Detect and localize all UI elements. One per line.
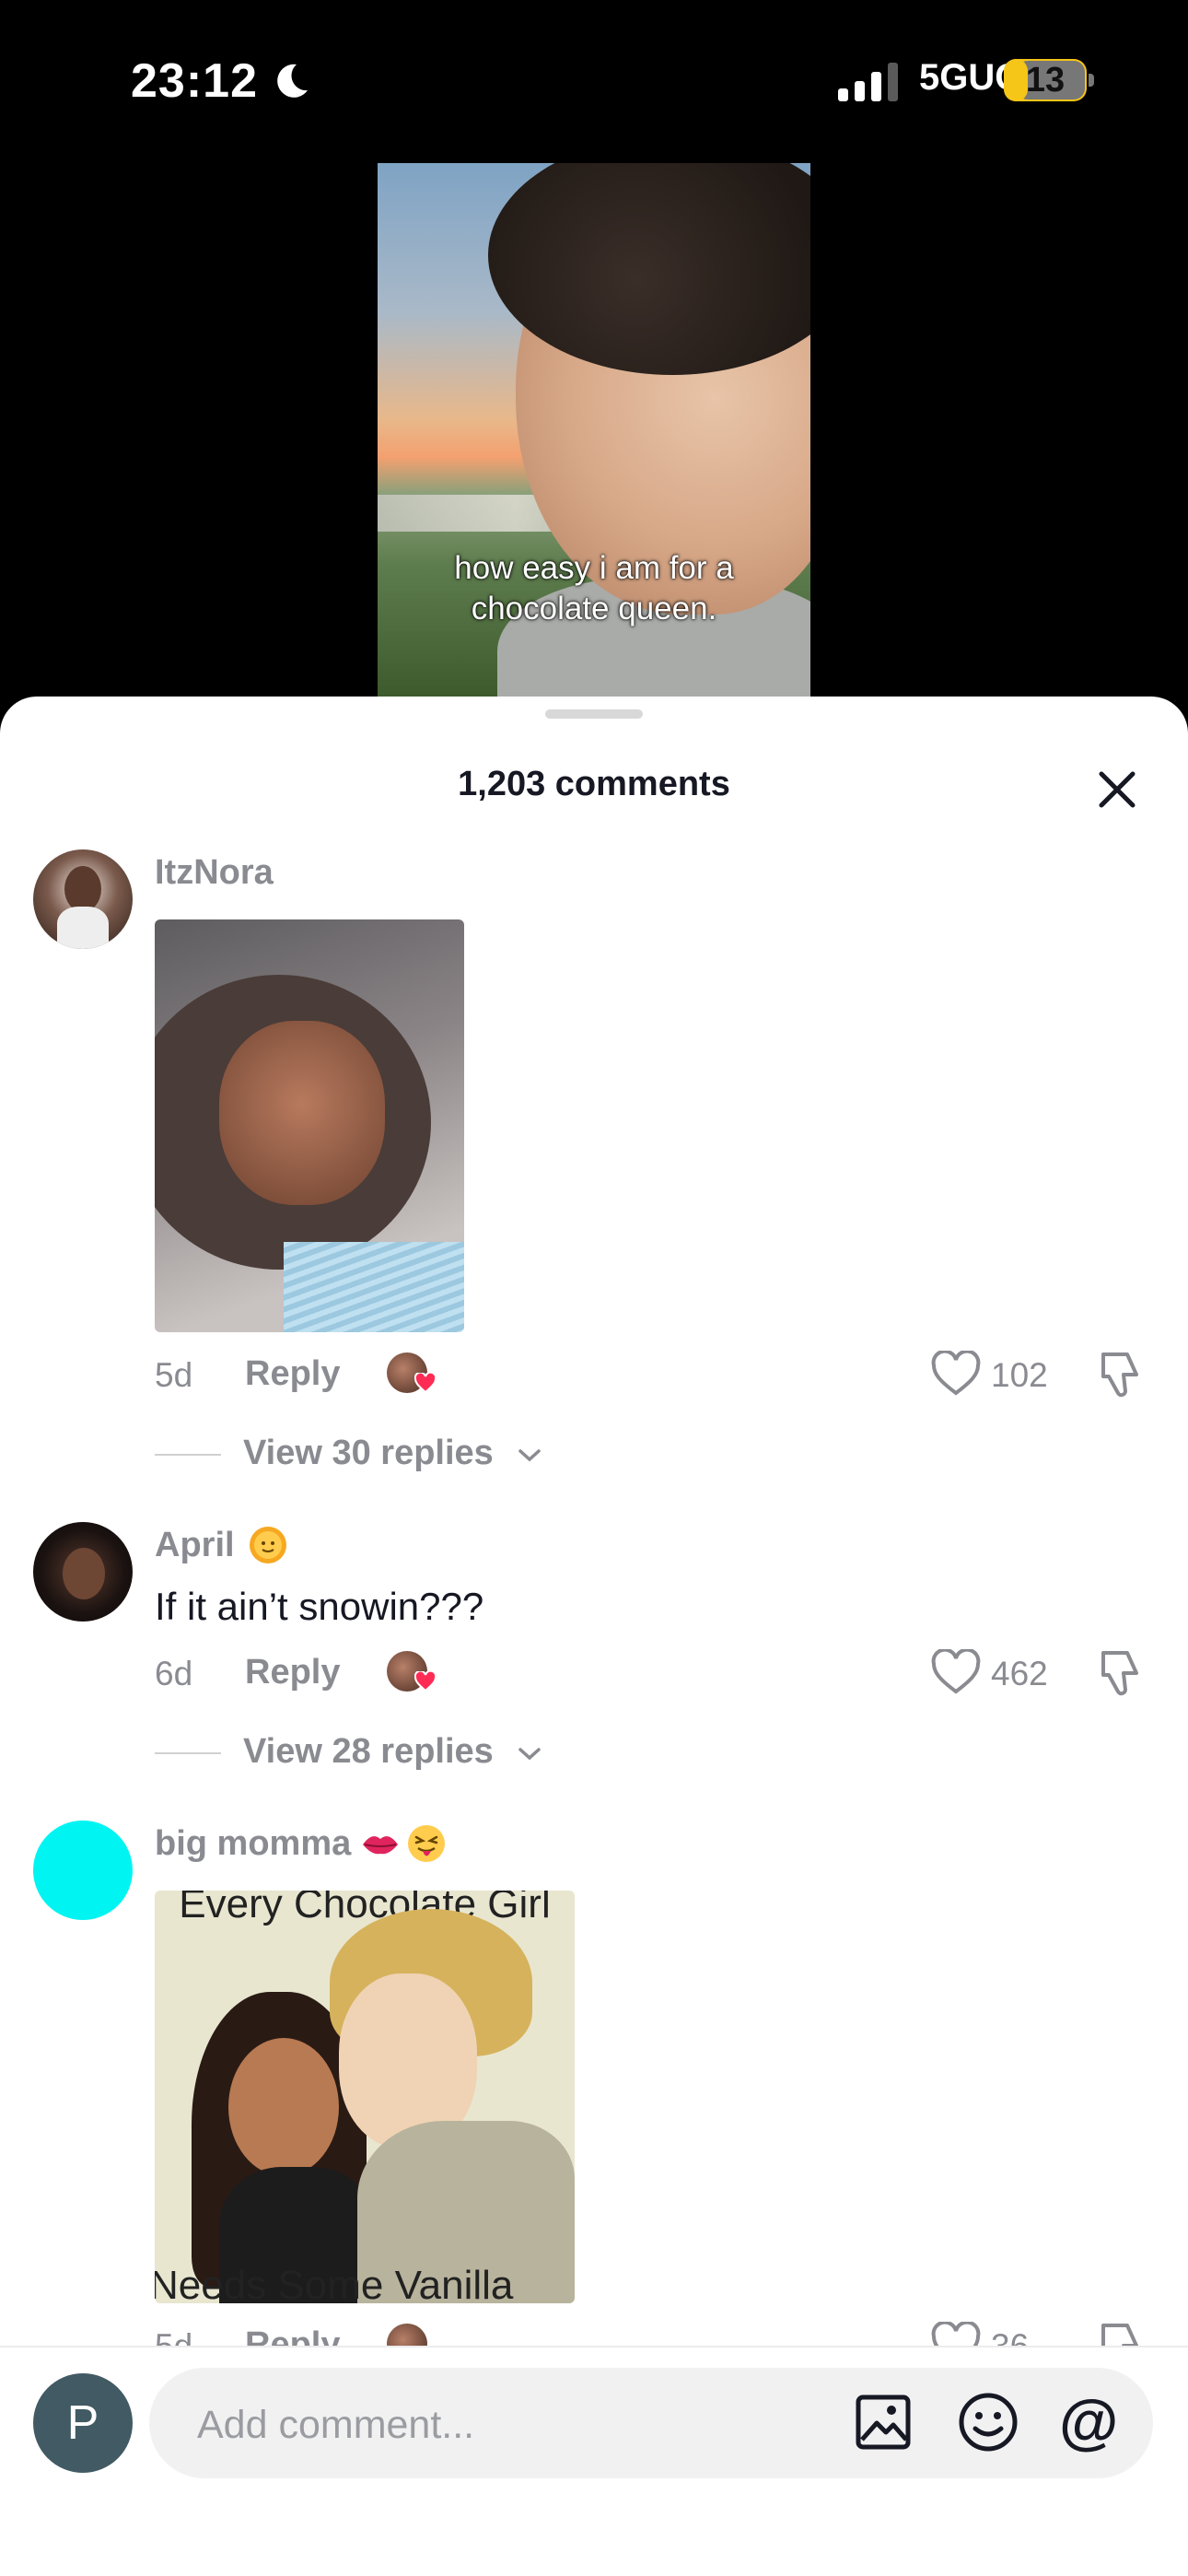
avatar-top: [57, 907, 109, 949]
video-caption-line2: chocolate queen.: [471, 591, 717, 626]
battery-tip: [1089, 74, 1094, 87]
like-count: 102: [991, 1356, 1048, 1394]
heart-icon[interactable]: [930, 1351, 982, 1397]
status-time: 23:12: [131, 54, 258, 108]
dislike-icon[interactable]: [1096, 1647, 1144, 1699]
sun-emoji-icon: [250, 1527, 286, 1563]
signal-icon: [838, 63, 898, 101]
image-icon[interactable]: [855, 2394, 912, 2451]
heart-icon: [414, 1671, 437, 1692]
close-icon[interactable]: [1094, 767, 1140, 813]
composer-divider: [0, 2346, 1188, 2348]
tongue-emoji-icon: [408, 1825, 445, 1862]
avatar-face: [63, 1548, 105, 1599]
avatar-face: [64, 866, 101, 912]
chevron-down-icon[interactable]: [518, 1448, 542, 1463]
view-replies-button[interactable]: View 28 replies: [243, 1732, 494, 1772]
battery-percent: 13: [1025, 61, 1066, 100]
comment-text: If it ain’t snowin???: [155, 1585, 484, 1628]
comment-age: 5d: [155, 1356, 193, 1394]
avatar[interactable]: [33, 849, 133, 949]
photo-blanket: [284, 1242, 464, 1332]
comment-photo[interactable]: [155, 919, 464, 1332]
avatar[interactable]: [33, 1522, 133, 1622]
reply-button[interactable]: Reply: [245, 1653, 340, 1692]
reply-button[interactable]: Reply: [245, 1354, 340, 1394]
sheet-grabber[interactable]: [545, 709, 643, 719]
mention-icon[interactable]: @: [1059, 2386, 1118, 2456]
video-preview[interactable]: how easy i am for a chocolate queen.: [378, 163, 810, 697]
heart-icon[interactable]: [930, 1649, 982, 1695]
chevron-down-icon[interactable]: [518, 1747, 542, 1762]
comment-sticker[interactable]: Every Chocolate Girl Needs Some Vanilla: [155, 1891, 575, 2303]
comment-age: 6d: [155, 1655, 193, 1692]
sticker-top-text: Every Chocolate Girl: [179, 1891, 551, 1926]
replies-divider: [155, 1752, 221, 1754]
heart-icon: [414, 1373, 437, 1393]
comments-count-title: 1,203 comments: [458, 765, 730, 803]
dislike-icon[interactable]: [1096, 1349, 1144, 1400]
user-avatar[interactable]: P: [33, 2373, 133, 2473]
comment-username[interactable]: big momma: [155, 1824, 351, 1864]
comment-username[interactable]: April: [155, 1526, 235, 1565]
emoji-icon[interactable]: [958, 2392, 1019, 2453]
sticker-bottom-text: Needs Some Vanilla: [155, 2263, 514, 2303]
moon-icon: [277, 64, 308, 98]
lips-emoji-icon: [363, 1836, 398, 1855]
replies-divider: [155, 1454, 221, 1456]
video-caption: how easy i am for a chocolate queen.: [378, 548, 810, 629]
sticker-girl-face: [228, 2038, 339, 2176]
photo-face: [219, 1021, 385, 1205]
view-replies-button[interactable]: View 30 replies: [243, 1434, 494, 1473]
comment-username[interactable]: ItzNora: [155, 853, 274, 893]
like-count: 462: [991, 1655, 1048, 1692]
comment-input-placeholder[interactable]: Add comment...: [197, 2403, 474, 2448]
avatar[interactable]: [33, 1821, 133, 1920]
video-caption-line1: how easy i am for a: [454, 550, 734, 586]
